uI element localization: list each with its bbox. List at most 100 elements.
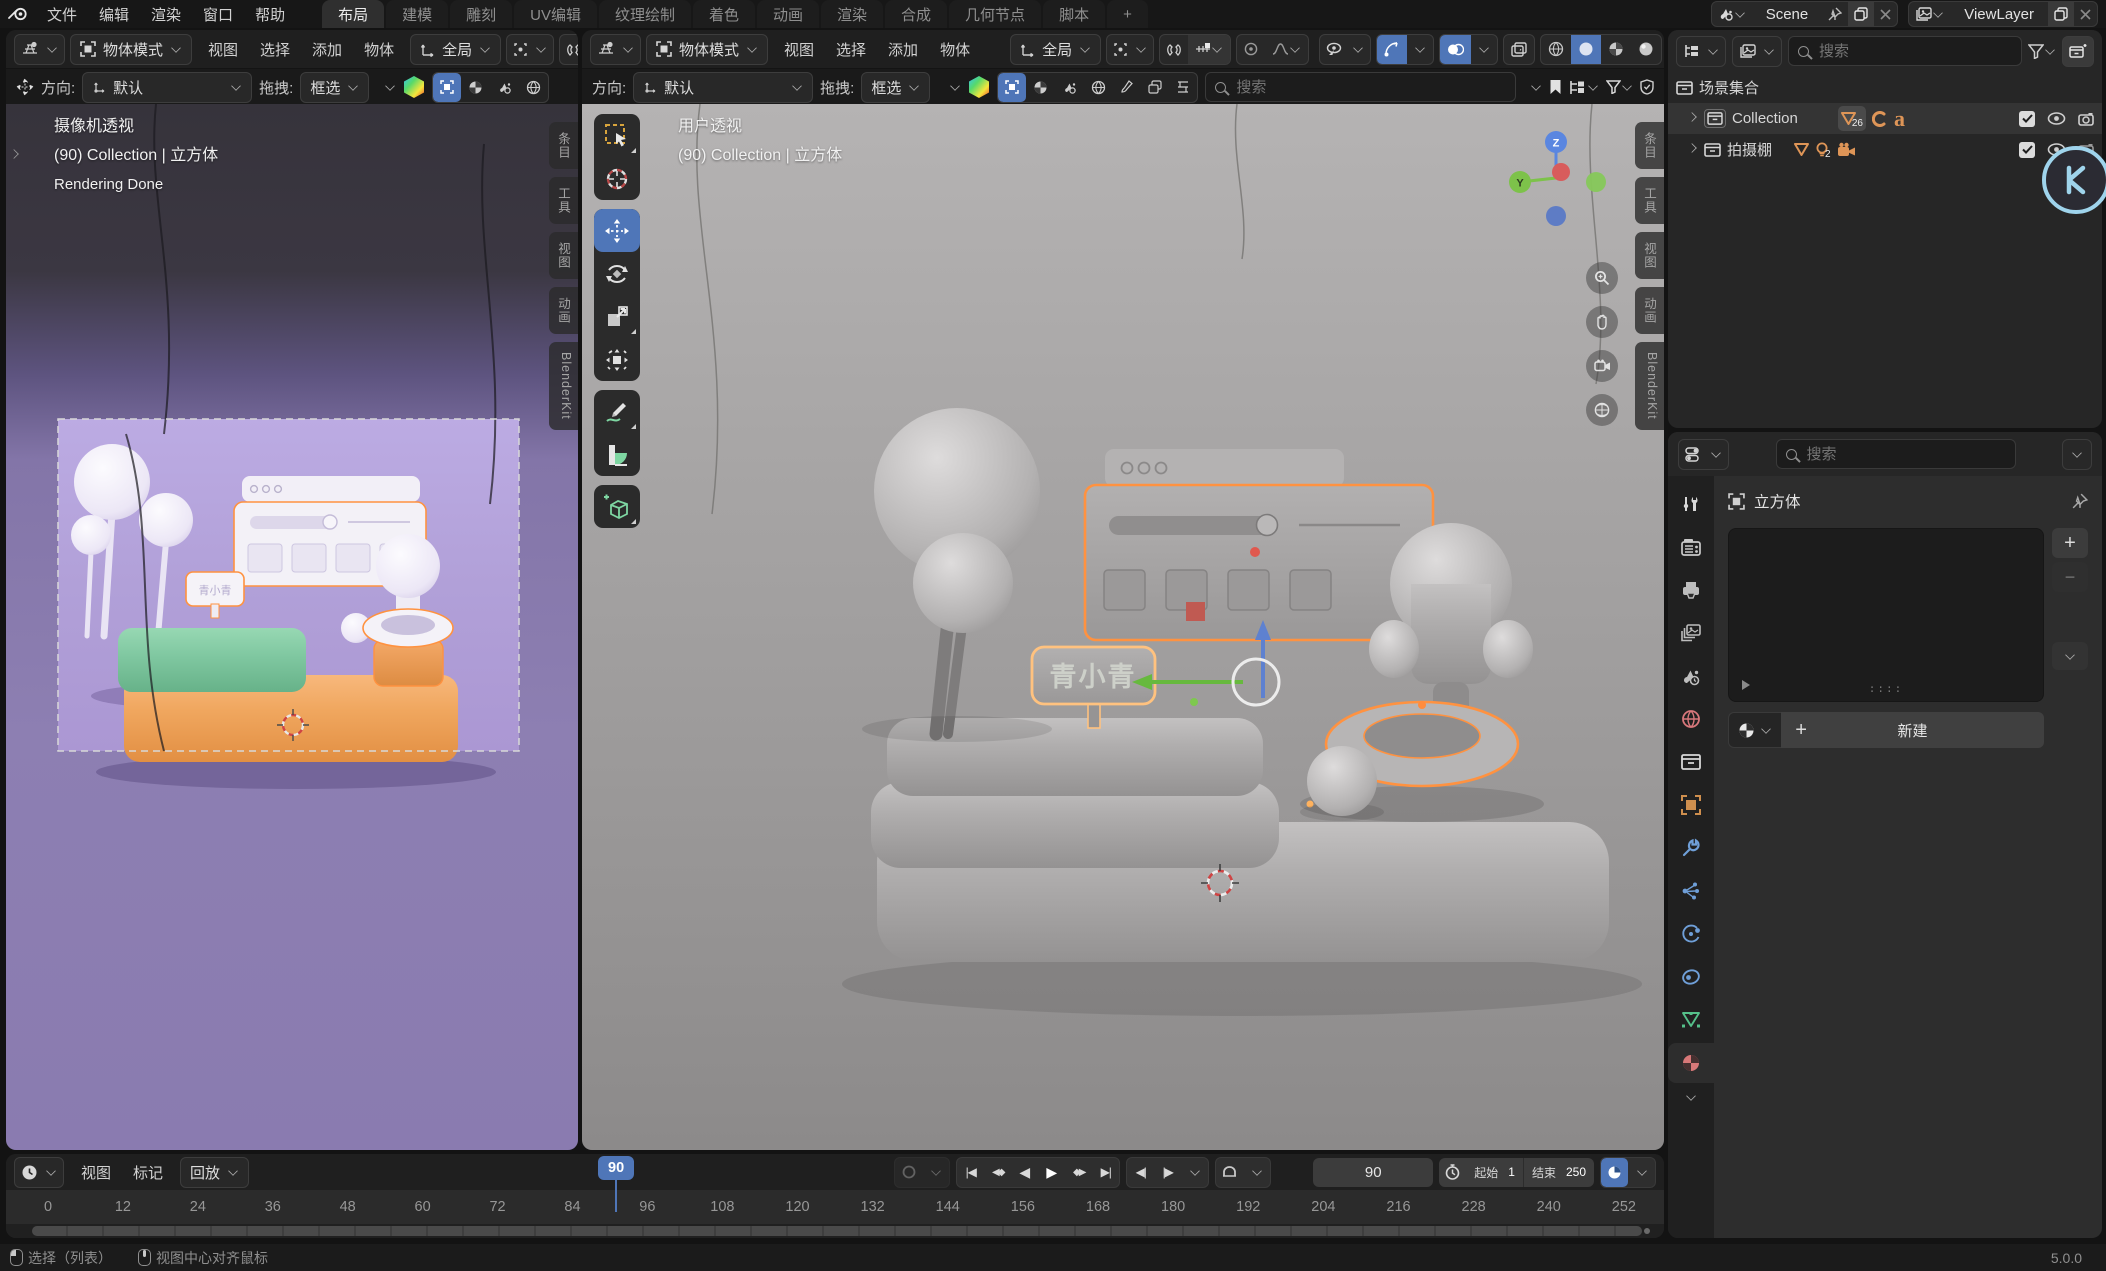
workspace-tab[interactable]: 建模	[386, 0, 448, 28]
outliner-row-collection[interactable]: Collection 26 a	[1668, 103, 2102, 134]
blender-logo-icon[interactable]	[0, 5, 36, 23]
axis-z-neg-ball[interactable]	[1546, 206, 1566, 226]
viewport-canvas[interactable]: 青小青	[582, 104, 1664, 1150]
shading-solid-button[interactable]	[1571, 35, 1601, 64]
play-button[interactable]	[1038, 1158, 1065, 1187]
control-panel-object[interactable]	[1085, 485, 1433, 640]
rocket-body[interactable]	[1411, 584, 1491, 684]
axis-x-ball[interactable]	[1552, 163, 1570, 181]
tool-cursor[interactable]	[594, 157, 640, 200]
selectable-checkbox[interactable]	[2019, 111, 2035, 127]
workspace-tab[interactable]: 渲染	[821, 0, 883, 28]
tab-constraints[interactable]	[1668, 957, 1714, 997]
asset-type-nodegroup-icon[interactable]	[1169, 73, 1197, 102]
axis-y-neg-ball[interactable]	[1586, 172, 1606, 192]
new-viewlayer-button[interactable]	[2048, 2, 2074, 26]
shield-verification-icon[interactable]	[1640, 79, 1654, 95]
viewport-menu-item[interactable]: 添加	[877, 39, 929, 60]
scene-browse-button[interactable]	[1712, 2, 1752, 26]
tool-scale[interactable]	[594, 295, 640, 338]
snap-toggle[interactable]	[560, 35, 578, 64]
use-preview-range-icon[interactable]	[1439, 1158, 1466, 1187]
tab-data[interactable]	[1668, 1000, 1714, 1040]
expand-icon[interactable]	[1687, 143, 1697, 153]
pivot-dropdown[interactable]	[1106, 34, 1154, 65]
timeline-ruler[interactable]: 0122436486072849610812013214415616818019…	[6, 1190, 1664, 1224]
asset-type-scene-icon[interactable]	[490, 73, 519, 102]
browse-material-dropdown[interactable]	[1728, 712, 1781, 748]
camera-view-canvas[interactable]: 青小青	[6, 104, 578, 1150]
navigation-gizmo[interactable]: Z Y	[1504, 126, 1608, 230]
current-frame-field[interactable]: 90	[1313, 1158, 1433, 1187]
asset-type-scene-icon[interactable]	[1055, 73, 1084, 102]
play-reverse-button[interactable]	[1011, 1158, 1038, 1187]
xray-toggle[interactable]	[1503, 34, 1535, 65]
slot-specials-dropdown[interactable]	[2052, 642, 2088, 670]
drag-mode-dropdown[interactable]: 框选	[300, 72, 369, 103]
blenderkit-logo-icon[interactable]	[968, 75, 990, 99]
asset-type-hdr-icon[interactable]	[519, 73, 548, 102]
menu-item[interactable]: 渲染	[140, 4, 192, 25]
hide-eye-icon[interactable]	[2047, 112, 2066, 125]
new-scene-button[interactable]	[1848, 2, 1874, 26]
sidebar-tab[interactable]: BlenderKit	[1635, 342, 1664, 430]
expand-icon[interactable]	[1687, 112, 1697, 122]
playhead[interactable]: 90	[598, 1156, 634, 1212]
bookmark-icon[interactable]	[1549, 79, 1562, 95]
sidebar-tab[interactable]: 工具	[1635, 177, 1664, 224]
sidebar-toggle[interactable]	[8, 148, 20, 165]
sidebar-tab[interactable]: 条目	[1635, 122, 1664, 169]
new-collection-button[interactable]	[2062, 36, 2094, 67]
playback-sync-button[interactable]	[1601, 1158, 1628, 1187]
mode-dropdown[interactable]: 物体模式	[70, 34, 192, 65]
tab-physics[interactable]	[1668, 914, 1714, 954]
selectable-checkbox[interactable]	[2019, 142, 2035, 158]
tool-orientation-dropdown[interactable]: 默认	[633, 72, 813, 103]
viewport-menu-item[interactable]: 物体	[929, 39, 981, 60]
shading-wireframe-button[interactable]	[1541, 35, 1571, 64]
workspace-tab[interactable]: +	[1107, 0, 1148, 28]
green-platform[interactable]	[118, 628, 306, 692]
editor-type-button[interactable]	[14, 34, 65, 65]
viewport-menu-item[interactable]: 添加	[301, 39, 353, 60]
tab-render[interactable]	[1668, 527, 1714, 567]
prev-frame-button[interactable]	[1127, 1158, 1154, 1187]
tool-measure[interactable]	[594, 433, 640, 476]
timeline-scrollbar[interactable]	[32, 1226, 1642, 1236]
outliner-filter-icon[interactable]	[2028, 44, 2056, 59]
timeline-menu-item[interactable]: 视图	[70, 1162, 122, 1183]
menu-item[interactable]: 帮助	[244, 4, 296, 25]
prev-keyframe-button[interactable]	[984, 1158, 1011, 1187]
pin-icon[interactable]	[2072, 493, 2088, 509]
workspace-tab[interactable]: UV编辑	[514, 0, 597, 28]
tab-viewlayer[interactable]	[1668, 613, 1714, 653]
workspace-tab[interactable]: 合成	[885, 0, 947, 28]
orthographic-toggle-button[interactable]	[1586, 394, 1618, 426]
next-frame-button[interactable]	[1154, 1158, 1181, 1187]
add-slot-button[interactable]	[2052, 528, 2088, 558]
properties-editor-type-button[interactable]	[1678, 439, 1729, 470]
properties-options-dropdown[interactable]	[2062, 439, 2092, 470]
slot-expand-icon[interactable]	[1741, 679, 1751, 691]
workspace-tab[interactable]: 纹理绘制	[599, 0, 691, 28]
viewport-menu-item[interactable]: 视图	[773, 39, 825, 60]
frame-step-dropdown[interactable]	[1181, 1158, 1208, 1187]
tool-transform[interactable]	[594, 338, 640, 381]
viewlayer-browse-button[interactable]	[1909, 2, 1950, 26]
tool-settings-expand-icon[interactable]	[386, 81, 396, 91]
tab-modifiers[interactable]	[1668, 828, 1714, 868]
pivot-dropdown[interactable]	[506, 34, 554, 65]
sidebar-tab[interactable]: 条目	[549, 122, 578, 169]
rocket-dome-render[interactable]	[376, 534, 440, 598]
playback-menu[interactable]: 回放	[180, 1157, 249, 1188]
tab-material[interactable]	[1668, 1043, 1714, 1083]
viewport-menu-item[interactable]: 物体	[353, 39, 405, 60]
menu-item[interactable]: 窗口	[192, 4, 244, 25]
outliner-filter-view-dropdown[interactable]	[1732, 36, 1782, 67]
timeline-editor-type-button[interactable]	[14, 1157, 64, 1188]
tool-rotate[interactable]	[594, 252, 640, 295]
filter-icon[interactable]	[1606, 80, 1633, 94]
blenderkit-search-input[interactable]	[1205, 72, 1516, 102]
tool-settings-expand-icon[interactable]	[951, 81, 961, 91]
tree-sphere[interactable]	[139, 493, 193, 547]
